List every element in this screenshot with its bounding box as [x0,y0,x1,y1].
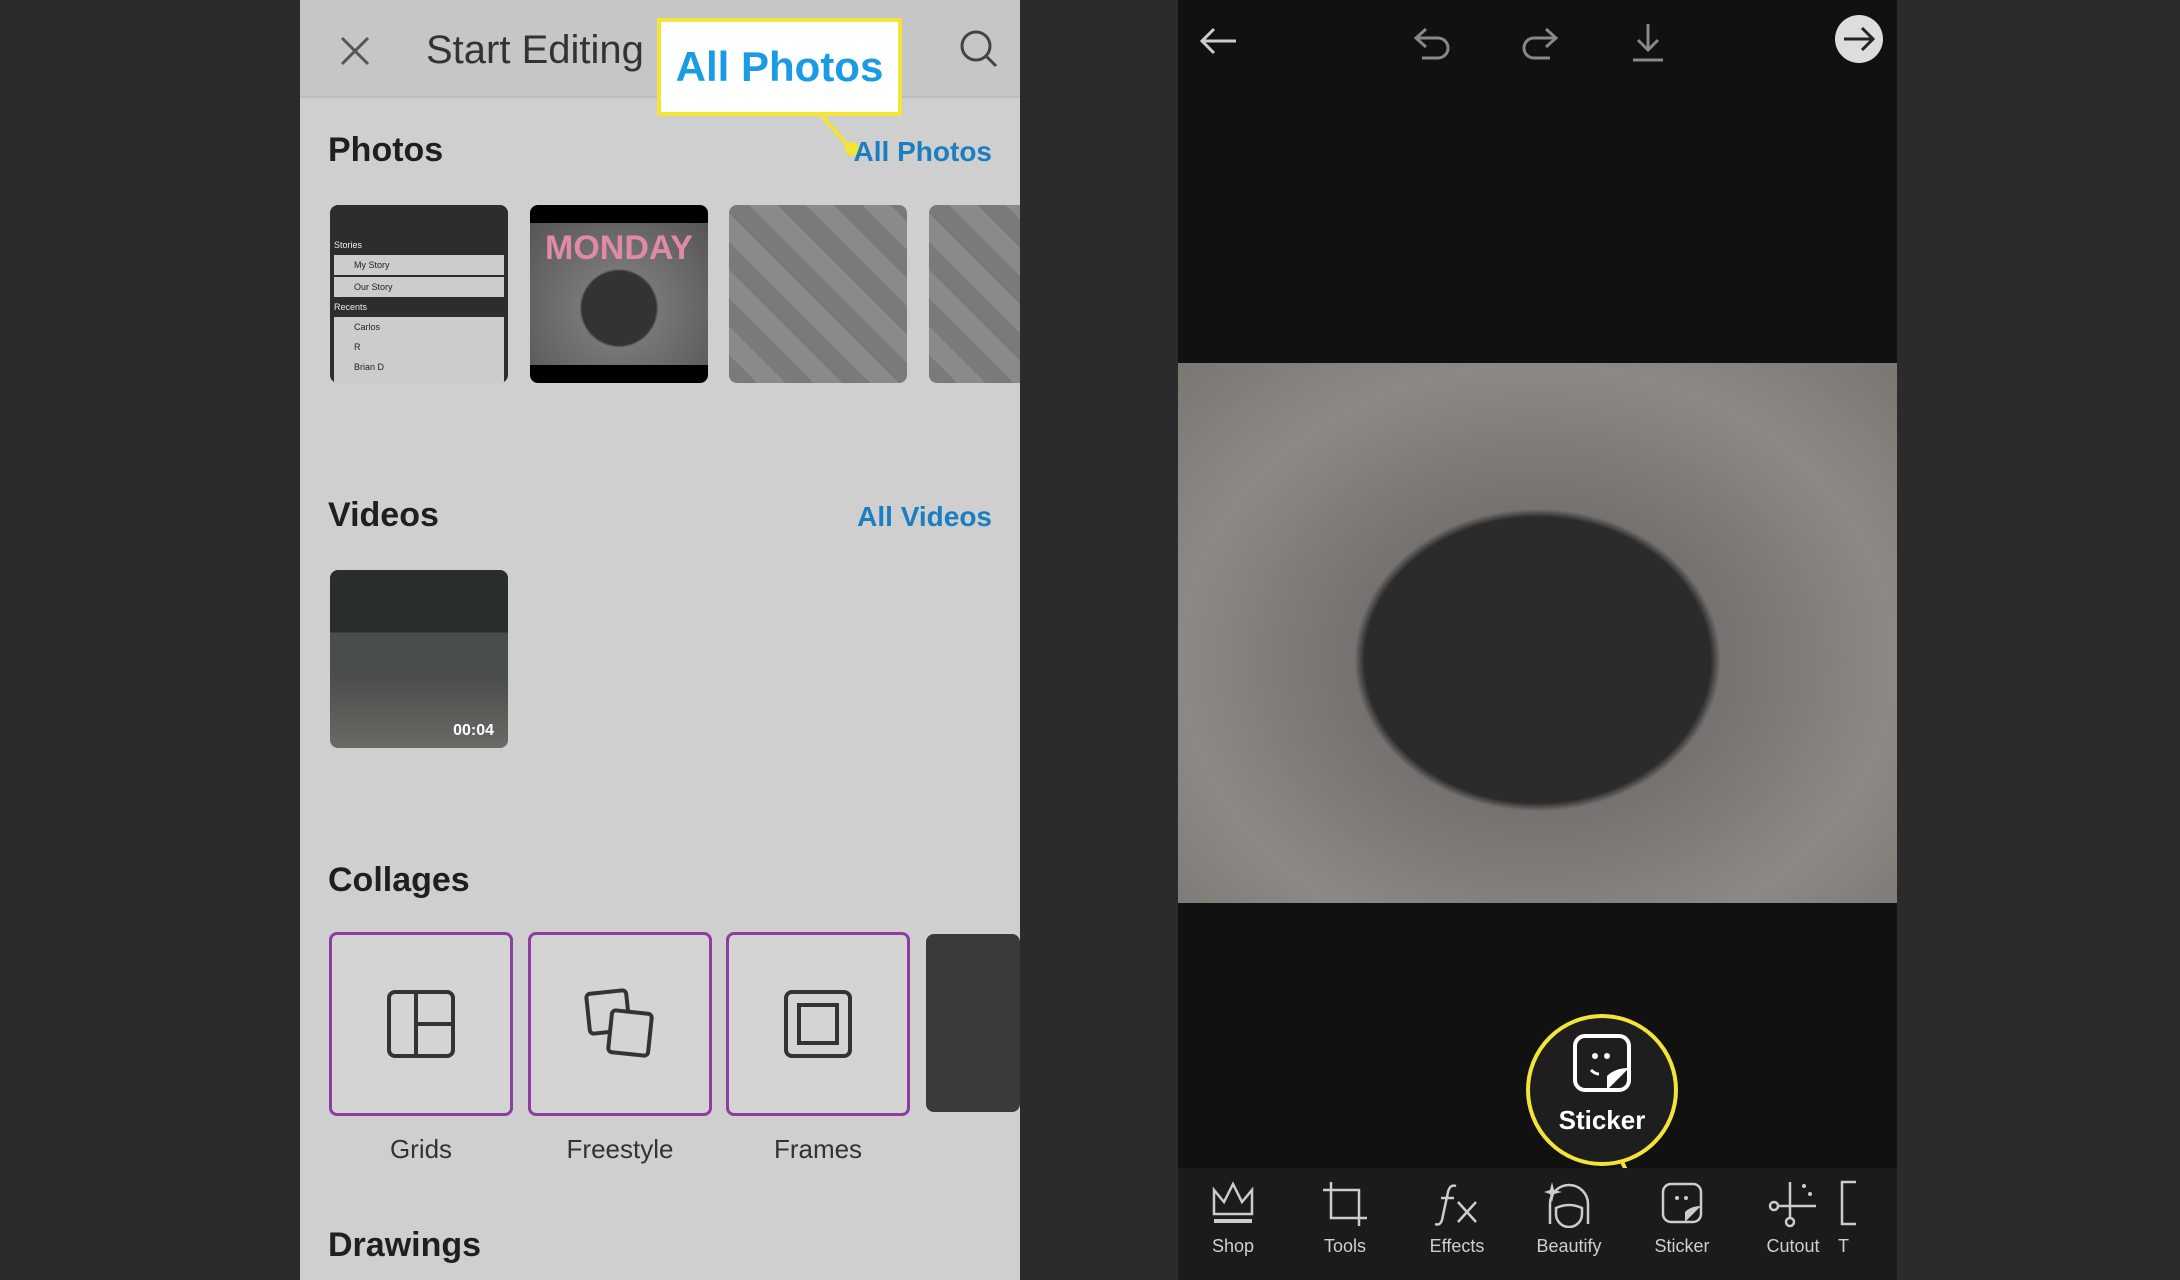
collages-heading: Collages [328,861,470,899]
collage-label: Grids [389,1134,453,1164]
bottom-toolbar: Shop Tools Effects Beautify Sticker Cuto… [1178,1168,1897,1280]
sticker-icon [1573,1034,1631,1092]
tool-label: Sticker [1654,1236,1710,1256]
thumb-text: Our Story [334,277,504,297]
search-icon[interactable] [958,28,998,68]
thumb-text: MONDAY [545,229,693,267]
fx-icon [1434,1184,1477,1226]
beautify-face-icon [1544,1182,1590,1228]
page-title: Start Editing [426,28,644,72]
tool-shop[interactable]: Shop [1183,1180,1283,1257]
frame-icon [784,990,852,1058]
collage-freestyle-button[interactable] [528,932,712,1116]
grid-icon [387,990,455,1058]
collage-grids-button[interactable] [329,932,513,1116]
cat-photo-canvas[interactable] [1178,363,1897,903]
redo-icon[interactable] [1520,26,1564,62]
thumb-text: Carlos [354,322,381,332]
collage-frames-button[interactable] [726,932,910,1116]
video-thumbnail[interactable]: 00:04 [330,570,508,748]
tool-sticker[interactable]: Sticker [1632,1180,1732,1257]
photo-thumbnail[interactable] [929,205,1020,383]
all-photos-callout: All Photos [657,18,902,116]
back-arrow-icon[interactable] [1198,26,1238,56]
photo-thumbnail[interactable]: MONDAY [530,205,708,383]
tool-label: Beautify [1536,1236,1602,1256]
undo-icon[interactable] [1408,26,1452,62]
photos-heading: Photos [328,131,444,169]
tool-tools[interactable]: Tools [1295,1180,1395,1257]
callout-label: All Photos [675,43,884,90]
crown-icon [1212,1181,1254,1223]
thumb-text: Stories [334,240,363,250]
crop-icon [1323,1182,1367,1226]
tool-label: Effects [1429,1236,1485,1256]
cutout-scissors-icon [1768,1182,1816,1228]
close-icon[interactable] [340,36,370,66]
sticker-callout: Sticker [1526,1014,1678,1166]
thumb-text: Recents [334,302,368,312]
thumb-text: R [354,342,361,352]
collage-label: Frames [773,1134,863,1164]
all-photos-link[interactable]: All Photos [854,136,992,168]
tool-label: Cutout [1766,1236,1820,1256]
tool-label: Tools [1323,1236,1367,1256]
next-arrow-icon[interactable] [1834,14,1884,64]
freestyle-icon [584,988,654,1058]
tool-cutout[interactable]: Cutout [1743,1180,1843,1257]
editor-panel: Sticker Shop Tools Effects Beautify Stic… [1178,0,1897,1280]
callout-label: Sticker [1558,1105,1646,1135]
photo-thumbnail[interactable] [729,205,907,383]
collage-label: Freestyle [566,1134,674,1164]
collage-thumbnail[interactable] [926,934,1020,1112]
drawings-heading: Drawings [328,1226,482,1264]
tool-label: T [1838,1236,1849,1256]
videos-heading: Videos [328,496,439,534]
start-editing-panel: Start Editing All Photos Photos All Phot… [300,0,1020,1280]
thumb-text: Brian D [354,362,385,372]
tool-beautify[interactable]: Beautify [1519,1180,1619,1257]
tool-text[interactable]: T [1838,1180,1898,1257]
download-icon[interactable] [1630,22,1666,64]
tool-effects[interactable]: Effects [1407,1180,1507,1257]
video-duration: 00:04 [453,722,494,739]
thumb-text: My Story [334,255,504,275]
all-videos-link[interactable]: All Videos [857,501,992,533]
tool-label: Shop [1211,1236,1255,1256]
photo-thumbnail[interactable]: Stories My Story Our Story Recents Carlo… [330,205,508,383]
text-icon [1840,1180,1856,1226]
sticker-icon [1661,1182,1703,1224]
